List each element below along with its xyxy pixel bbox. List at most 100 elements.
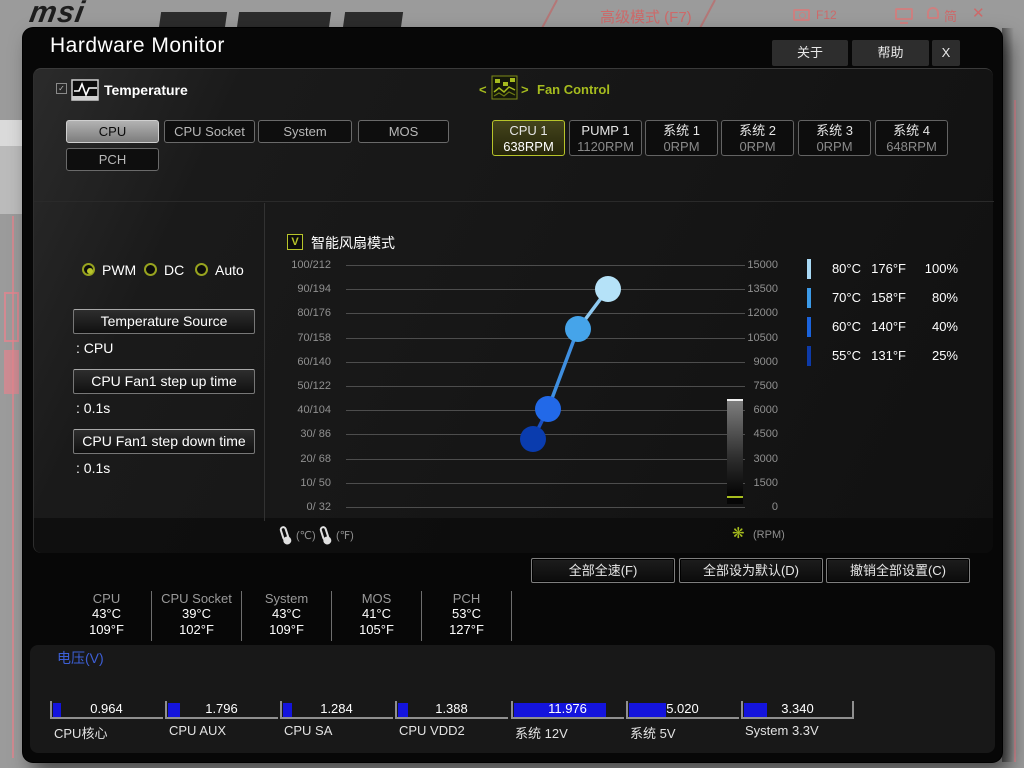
voltage-value: 5.020 xyxy=(666,701,699,716)
temp-readout-name: MOS xyxy=(361,591,392,606)
next-section-arrow[interactable]: > xyxy=(521,82,529,97)
legend-percent: 100% xyxy=(924,261,958,276)
prev-section-arrow[interactable]: < xyxy=(479,82,487,97)
fan-control-icon xyxy=(491,75,518,100)
monitor-panel: ✓ Temperature < > Fan Control CPU CPU Soc… xyxy=(33,68,994,553)
field-value-2: : 0.1s xyxy=(76,460,111,476)
screenshot-camera-icon[interactable] xyxy=(793,9,810,21)
fan-tab-3[interactable]: 系统 1 0RPM xyxy=(645,120,718,156)
fan-tab-rpm: 1120RPM xyxy=(577,139,634,154)
fan-tab-name: CPU 1 xyxy=(509,123,548,138)
about-button[interactable]: 关于 xyxy=(772,40,848,66)
fan-tab-2[interactable]: PUMP 1 1120RPM xyxy=(569,120,642,156)
mode-label-dc: DC xyxy=(164,262,185,278)
screenshot-hotkey: F12 xyxy=(816,8,837,22)
fan-tab-1[interactable]: CPU 1 638RPM xyxy=(492,120,565,156)
temp-tab-cpu-socket[interactable]: CPU Socket xyxy=(164,120,255,143)
temp-readout-name: CPU xyxy=(92,591,121,606)
field-button-0[interactable]: Temperature Source xyxy=(73,309,255,334)
voltage-gauge-track xyxy=(511,717,624,719)
temp-tab-mos[interactable]: MOS xyxy=(358,120,449,143)
temp-readout-name: PCH xyxy=(452,591,481,606)
temp-readout-celsius: 39°C xyxy=(181,606,212,621)
temp-readout-celsius: 53°C xyxy=(451,606,482,621)
action-button-1[interactable]: 全部设为默认(D) xyxy=(679,558,823,583)
fan-tab-name: 系统 3 xyxy=(816,123,853,138)
temp-readout-name: System xyxy=(264,591,309,606)
sidebar-item-dimmed xyxy=(4,292,19,342)
voltage-label: 系统 5V xyxy=(630,726,676,741)
temp-readout-celsius: 41°C xyxy=(361,606,392,621)
fan-tab-rpm: 638RPM xyxy=(503,139,554,154)
smart-fan-checkbox[interactable]: V xyxy=(287,234,303,250)
temperature-graph-icon xyxy=(71,79,99,101)
mode-radio-auto[interactable] xyxy=(195,263,208,276)
fan-tab-5[interactable]: 系统 3 0RPM xyxy=(798,120,871,156)
y-left-tick: 70/158 xyxy=(297,331,331,344)
display-icon[interactable] xyxy=(895,8,913,24)
voltage-gauge-track xyxy=(741,717,854,719)
fan-tab-6[interactable]: 系统 4 648RPM xyxy=(875,120,948,156)
notification-icon[interactable] xyxy=(927,7,939,19)
voltage-value: 0.964 xyxy=(90,701,123,716)
y-left-tick: 50/122 xyxy=(297,380,331,392)
temp-readout-2: System 43°C 109°F xyxy=(242,591,332,641)
mode-label-pwm: PWM xyxy=(102,262,137,278)
help-button[interactable]: 帮助 xyxy=(852,40,929,66)
fan-tab-name: 系统 4 xyxy=(893,123,930,138)
fan-curve-point[interactable] xyxy=(565,316,591,342)
bios-title-blob xyxy=(158,12,228,28)
legend-color-bar xyxy=(807,317,811,337)
y-left-tick: 20/ 68 xyxy=(300,452,331,465)
temp-readout-celsius: 43°C xyxy=(91,606,122,621)
temp-tab-system[interactable]: System xyxy=(258,120,352,143)
action-button-0[interactable]: 全部全速(F) xyxy=(531,558,675,583)
legend-fahrenheit: 176°F xyxy=(871,261,906,276)
close-button[interactable]: X xyxy=(932,40,960,66)
mode-radio-dc[interactable] xyxy=(144,263,157,276)
temp-readout-fahrenheit: 109°F xyxy=(269,622,304,637)
rpm-unit-label: (RPM) xyxy=(753,529,785,541)
fan-tab-rpm: 648RPM xyxy=(886,139,937,154)
advanced-mode-button[interactable]: 高级模式 (F7) xyxy=(600,6,692,27)
language-badge[interactable]: 简 xyxy=(944,6,957,25)
bios-title-blob xyxy=(342,12,404,28)
voltage-label: CPU VDD2 xyxy=(399,723,465,738)
action-button-2[interactable]: 撤销全部设置(C) xyxy=(826,558,970,583)
legend-percent: 80% xyxy=(931,290,958,305)
section-checkbox-icon[interactable]: ✓ xyxy=(56,83,67,94)
fan-tab-name: 系统 1 xyxy=(663,123,700,138)
voltage-gauge-track xyxy=(50,717,163,719)
temp-tab-pch[interactable]: PCH xyxy=(66,148,159,171)
sidebar-item-dimmed xyxy=(4,350,19,394)
temp-readout-4: PCH 53°C 127°F xyxy=(422,591,512,641)
field-button-1[interactable]: CPU Fan1 step up time xyxy=(73,369,255,394)
fan-curve-point[interactable] xyxy=(595,276,621,302)
legend-color-bar xyxy=(807,288,811,308)
mode-radio-pwm[interactable] xyxy=(82,263,95,276)
voltage-value: 3.340 xyxy=(781,701,814,716)
y-left-tick: 30/ 86 xyxy=(300,428,331,441)
legend-celsius: 70°C xyxy=(831,290,861,305)
field-button-2[interactable]: CPU Fan1 step down time xyxy=(73,429,255,454)
y-left-tick: 0/ 32 xyxy=(306,501,331,513)
legend-color-bar xyxy=(807,346,811,366)
fan-tab-rpm: 0RPM xyxy=(816,139,853,154)
voltage-label: CPU AUX xyxy=(169,723,227,738)
temp-tab-cpu[interactable]: CPU xyxy=(66,120,159,143)
y-left-tick: 90/194 xyxy=(297,283,331,296)
temp-readout-3: MOS 41°C 105°F xyxy=(332,591,422,641)
voltage-value: 11.976 xyxy=(548,701,587,716)
bios-close-icon[interactable]: ✕ xyxy=(972,4,985,22)
fan-curve-point[interactable] xyxy=(535,396,561,422)
header-divider-slash xyxy=(698,0,716,31)
fan-icon: ❋ xyxy=(732,525,745,542)
legend-percent: 25% xyxy=(931,348,958,363)
temp-readout-name: CPU Socket xyxy=(161,591,232,606)
y-left-tick: 60/140 xyxy=(297,355,331,368)
fan-tab-4[interactable]: 系统 2 0RPM xyxy=(721,120,794,156)
voltage-label: 系统 12V xyxy=(515,726,568,741)
field-value-1: : 0.1s xyxy=(76,400,111,416)
fan-curve-point[interactable] xyxy=(520,426,546,452)
legend-percent: 40% xyxy=(931,319,958,334)
